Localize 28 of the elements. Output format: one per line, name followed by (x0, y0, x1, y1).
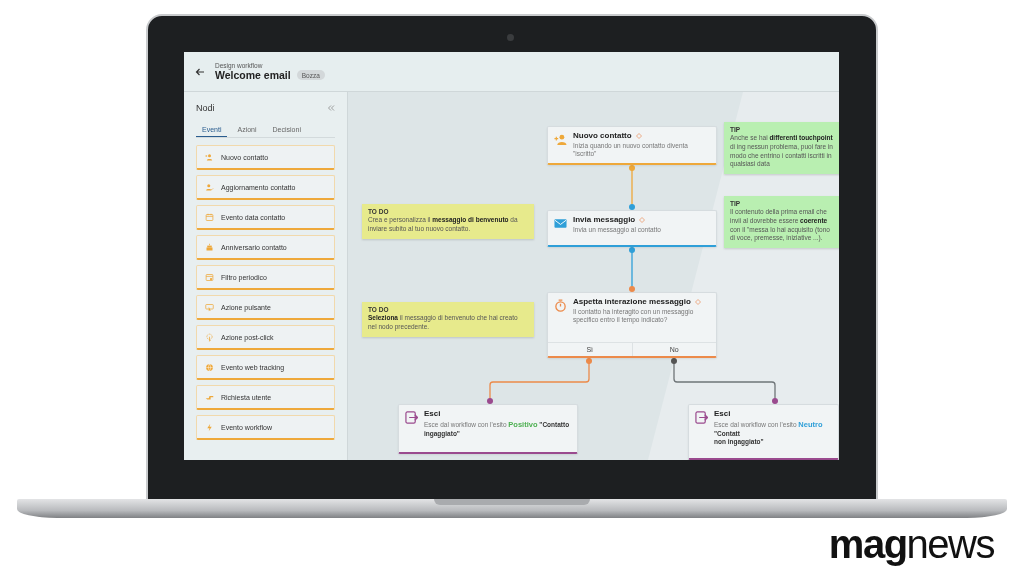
connector (629, 247, 635, 292)
sidebar-title: Nodi (196, 103, 215, 113)
connector (629, 165, 635, 210)
person-check-icon (205, 182, 214, 192)
workflow-title: Welcome email (215, 69, 291, 81)
back-arrow-icon[interactable] (195, 66, 205, 77)
camera-icon (507, 34, 514, 41)
node-title: Esci (424, 409, 441, 418)
diamond-icon (639, 216, 646, 223)
person-add-icon (205, 152, 214, 162)
node-title: Esci (714, 409, 731, 418)
globe-icon (205, 362, 214, 372)
stopwatch-icon (554, 299, 567, 312)
exit-icon (405, 411, 418, 424)
diamond-icon (635, 132, 642, 139)
node-title: Invia messaggio (573, 215, 636, 224)
envelope-icon (554, 217, 567, 230)
exit-icon (695, 411, 708, 424)
calendar-icon (205, 212, 214, 222)
cake-icon (205, 242, 214, 252)
person-add-icon (554, 133, 567, 146)
lightning-icon (205, 422, 214, 432)
calendar-icon (205, 272, 214, 282)
diamond-icon (694, 298, 701, 305)
cursor-click-icon (205, 302, 214, 312)
brand-logo: magnews (828, 524, 994, 564)
node-title: Nuovo contatto (573, 131, 632, 140)
node-title: Aspetta interazione messaggio (573, 297, 691, 306)
